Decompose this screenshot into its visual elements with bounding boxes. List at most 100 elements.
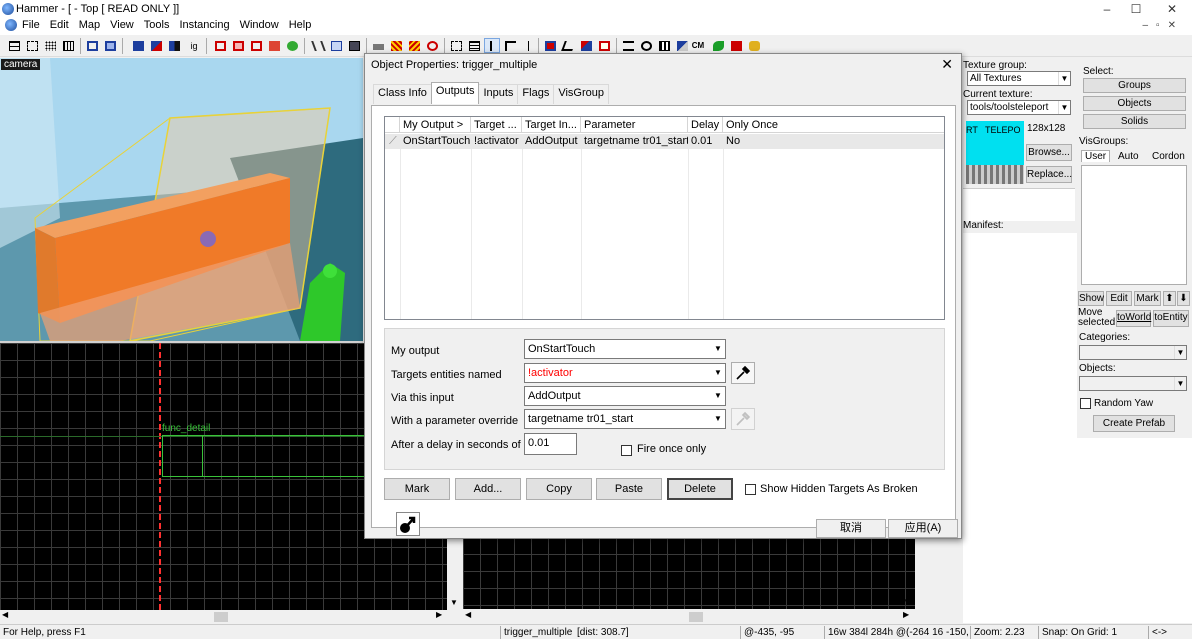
groups-button[interactable]: Groups bbox=[1083, 78, 1186, 93]
show-button[interactable]: Show bbox=[1078, 291, 1104, 306]
grid-dots-icon[interactable] bbox=[42, 38, 58, 53]
menu-tools[interactable]: Tools bbox=[144, 19, 170, 31]
column-header-parameter[interactable]: Parameter bbox=[581, 117, 688, 133]
maximize-button[interactable]: ☐ bbox=[1119, 0, 1153, 18]
fullbright-icon[interactable] bbox=[406, 38, 422, 53]
to-world-button[interactable]: toWorld bbox=[1116, 310, 1151, 327]
menu-help[interactable]: Help bbox=[289, 19, 312, 31]
select-tool-icon[interactable] bbox=[448, 38, 464, 53]
texture-lock-icon[interactable] bbox=[212, 38, 228, 53]
my-output-dropdown[interactable]: OnStartTouch ▼ bbox=[524, 339, 726, 359]
move-up-icon[interactable]: ⬆ bbox=[1163, 291, 1176, 306]
column-header-target[interactable]: Target ... bbox=[471, 117, 522, 133]
texture-scale-lock-icon[interactable] bbox=[230, 38, 246, 53]
model-browser-icon[interactable] bbox=[674, 38, 690, 53]
grid-toggle-icon[interactable] bbox=[6, 38, 22, 53]
current-texture-dropdown[interactable]: tools/toolsteleport ▼ bbox=[967, 100, 1071, 115]
tab-flags[interactable]: Flags bbox=[517, 84, 555, 104]
movie-icon[interactable] bbox=[656, 38, 672, 53]
vertex-tool-icon[interactable] bbox=[560, 38, 576, 53]
run-map-icon[interactable] bbox=[620, 38, 636, 53]
path-tool-icon[interactable] bbox=[578, 38, 594, 53]
column-header-delay[interactable]: Delay bbox=[688, 117, 723, 133]
copy-icon[interactable] bbox=[328, 38, 344, 53]
camera-viewport[interactable]: camera bbox=[0, 58, 363, 341]
toggle-helpers-icon[interactable] bbox=[284, 38, 300, 53]
column-header-my-output[interactable]: My Output > bbox=[400, 117, 471, 133]
document-icon[interactable] bbox=[5, 19, 17, 31]
side-vertical-scrollbar[interactable]: ▼ bbox=[903, 537, 963, 610]
delay-input[interactable]: 0.01 bbox=[524, 433, 577, 455]
copy-button[interactable]: Copy bbox=[526, 478, 592, 500]
fire-once-checkbox[interactable] bbox=[621, 445, 632, 456]
column-header-target-input[interactable]: Target In... bbox=[522, 117, 581, 133]
targets-dropdown[interactable]: !activator ▼ bbox=[524, 363, 726, 383]
close-button[interactable]: ✕ bbox=[1155, 0, 1189, 18]
via-input-dropdown[interactable]: AddOutput ▼ bbox=[524, 386, 726, 406]
outputs-list[interactable]: My Output > Target ... Target In... Para… bbox=[384, 116, 945, 320]
group-icon[interactable] bbox=[102, 38, 118, 53]
cubemap-icon[interactable]: CM bbox=[690, 38, 706, 53]
menu-file[interactable]: File bbox=[22, 19, 40, 31]
horizontal-scrollbar[interactable]: ◀ ▶ bbox=[0, 610, 447, 624]
table-row[interactable]: ⟋ OnStartTouch !activator AddOutput targ… bbox=[385, 134, 944, 149]
globe-icon[interactable] bbox=[638, 38, 654, 53]
grid-3d-icon[interactable] bbox=[24, 38, 40, 53]
tab-class-info[interactable]: Class Info bbox=[373, 84, 432, 104]
menu-view[interactable]: View bbox=[110, 19, 134, 31]
carve-icon[interactable] bbox=[84, 38, 100, 53]
apply-button[interactable]: 应用(A) bbox=[888, 519, 958, 538]
browse-button[interactable]: Browse... bbox=[1026, 144, 1072, 161]
draw-icon[interactable] bbox=[728, 38, 744, 53]
magnify-tool-icon[interactable] bbox=[466, 38, 482, 53]
menu-edit[interactable]: Edit bbox=[50, 19, 69, 31]
paste-icon[interactable] bbox=[346, 38, 362, 53]
hide-selected-icon[interactable] bbox=[130, 38, 146, 53]
random-yaw-checkbox[interactable] bbox=[1080, 398, 1091, 409]
column-header-only-once[interactable]: Only Once bbox=[723, 117, 944, 133]
record-icon[interactable] bbox=[424, 38, 440, 53]
entity-picker-button[interactable] bbox=[396, 512, 420, 536]
cancel-button[interactable]: 取消 bbox=[816, 519, 886, 538]
hand-icon[interactable] bbox=[746, 38, 762, 53]
smooth-group-icon[interactable] bbox=[248, 38, 264, 53]
menu-map[interactable]: Map bbox=[79, 19, 100, 31]
tab-inputs[interactable]: Inputs bbox=[478, 84, 519, 104]
eyedropper-parameter-button[interactable] bbox=[731, 408, 755, 430]
objects-button[interactable]: Objects bbox=[1083, 96, 1186, 111]
toggle-lighting-icon[interactable] bbox=[388, 38, 404, 53]
paste-button[interactable]: Paste bbox=[596, 478, 662, 500]
edit-button[interactable]: Edit bbox=[1106, 291, 1132, 306]
mark-button[interactable]: Mark bbox=[1134, 291, 1161, 306]
visgroup-tab-cordon[interactable]: Cordon bbox=[1149, 151, 1188, 162]
clip-tool-icon[interactable] bbox=[520, 38, 536, 53]
delete-button[interactable]: Delete bbox=[667, 478, 733, 500]
apply-decal-icon[interactable] bbox=[266, 38, 282, 53]
to-entity-button[interactable]: toEntity bbox=[1153, 310, 1189, 327]
mdi-controls[interactable]: –▫✕ bbox=[1143, 20, 1185, 31]
move-down-icon[interactable]: ⬇ bbox=[1177, 291, 1190, 306]
entity-tool-icon[interactable] bbox=[502, 38, 518, 53]
ignore-groups-icon[interactable]: ig bbox=[186, 38, 202, 53]
visgroup-tab-auto[interactable]: Auto bbox=[1115, 151, 1142, 162]
side-viewport[interactable] bbox=[463, 537, 915, 609]
show-all-icon[interactable] bbox=[166, 38, 182, 53]
hide-unselected-icon[interactable] bbox=[148, 38, 164, 53]
texture-app-icon[interactable] bbox=[542, 38, 558, 53]
solids-button[interactable]: Solids bbox=[1083, 114, 1186, 129]
side-horizontal-scrollbar[interactable]: ◀ ▶ bbox=[463, 610, 915, 624]
block-tool-icon[interactable] bbox=[370, 38, 386, 53]
show-hidden-checkbox[interactable] bbox=[745, 484, 756, 495]
overlay-tool-icon[interactable] bbox=[596, 38, 612, 53]
tab-visgroup[interactable]: VisGroup bbox=[553, 84, 609, 104]
dialog-close-icon[interactable]: ✕ bbox=[941, 56, 953, 73]
create-prefab-button[interactable]: Create Prefab bbox=[1093, 415, 1175, 432]
texture-group-dropdown[interactable]: All Textures ▼ bbox=[967, 71, 1071, 86]
menu-window[interactable]: Window bbox=[240, 19, 279, 31]
menu-instancing[interactable]: Instancing bbox=[179, 19, 229, 31]
tab-outputs[interactable]: Outputs bbox=[430, 82, 480, 104]
replace-button[interactable]: Replace... bbox=[1026, 166, 1072, 183]
camera-tool-icon[interactable] bbox=[484, 38, 500, 53]
visgroup-list[interactable] bbox=[1081, 165, 1187, 285]
parameter-dropdown[interactable]: targetname tr01_start ▼ bbox=[524, 409, 726, 429]
